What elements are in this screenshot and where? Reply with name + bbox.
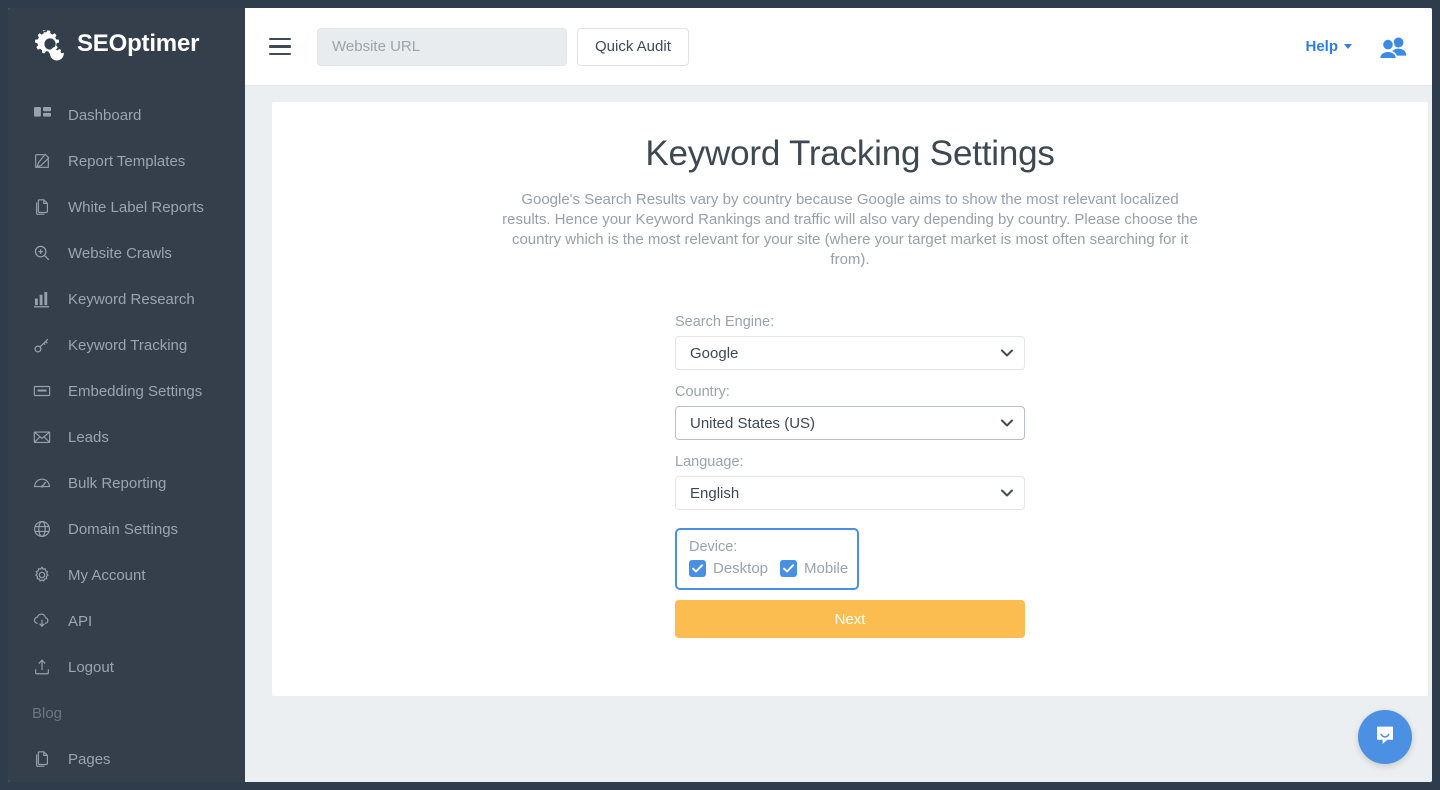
- sidebar-item-my-account[interactable]: My Account: [8, 552, 245, 598]
- top-bar: Quick Audit Help: [245, 8, 1432, 86]
- language-select[interactable]: English: [675, 476, 1025, 510]
- page-description: Google's Search Results vary by country …: [500, 190, 1200, 270]
- sidebar-section-blog: Blog: [8, 690, 245, 736]
- help-label: Help: [1305, 38, 1338, 55]
- field-language: Language: English: [675, 454, 1025, 510]
- device-label: Device:: [689, 539, 845, 555]
- sidebar-item-label: Dashboard: [68, 107, 141, 124]
- search-engine-select[interactable]: Google: [675, 336, 1025, 370]
- gauge-icon: [32, 473, 52, 493]
- gears-logo-icon: [32, 26, 68, 62]
- embed-box-icon: [32, 381, 52, 401]
- sidebar-item-label: Website Crawls: [68, 245, 172, 262]
- sidebar-item-website-crawls[interactable]: Website Crawls: [8, 230, 245, 276]
- sidebar-item-pages[interactable]: Pages: [8, 736, 245, 782]
- sidebar-item-label: Report Templates: [68, 153, 185, 170]
- caret-down-icon: [1344, 44, 1352, 49]
- bar-chart-icon: [32, 289, 52, 309]
- sidebar-nav: Dashboard Report Templates White Label R…: [8, 80, 245, 782]
- sidebar-item-report-templates[interactable]: Report Templates: [8, 138, 245, 184]
- search-engine-label: Search Engine:: [675, 314, 1025, 330]
- country-select[interactable]: United States (US): [675, 406, 1025, 440]
- envelope-icon: [32, 427, 52, 447]
- sidebar-item-embedding-settings[interactable]: Embedding Settings: [8, 368, 245, 414]
- sidebar-item-label: Logout: [68, 659, 114, 676]
- cloud-download-icon: [32, 611, 52, 631]
- field-country: Country: United States (US): [675, 384, 1025, 440]
- field-search-engine: Search Engine: Google: [675, 314, 1025, 370]
- logout-upload-icon: [32, 657, 52, 677]
- device-checkbox-desktop[interactable]: Desktop: [689, 560, 768, 577]
- device-checkbox-mobile[interactable]: Mobile: [780, 560, 848, 577]
- sidebar-item-label: Leads: [68, 429, 109, 446]
- settings-card: Keyword Tracking Settings Google's Searc…: [272, 102, 1428, 696]
- search-input[interactable]: [317, 28, 567, 66]
- sidebar-item-label: API: [68, 613, 92, 630]
- sidebar-item-label: Keyword Research: [68, 291, 195, 308]
- sidebar-item-label: White Label Reports: [68, 199, 204, 216]
- help-menu[interactable]: Help: [1305, 38, 1352, 55]
- sidebar-item-label: My Account: [68, 567, 146, 584]
- checkmark-icon: [689, 560, 706, 577]
- device-option-label: Mobile: [804, 560, 848, 577]
- app-window: SEOptimer Dashboard Report Templates Whi…: [8, 8, 1432, 782]
- sidebar-item-label: Bulk Reporting: [68, 475, 166, 492]
- copy-documents-icon: [32, 749, 52, 769]
- device-option-label: Desktop: [713, 560, 768, 577]
- checkmark-icon: [780, 560, 797, 577]
- keyword-tracking-form: Search Engine: Google Country: United St…: [675, 314, 1025, 638]
- sidebar-item-label: Domain Settings: [68, 521, 178, 538]
- main-content: Keyword Tracking Settings Google's Searc…: [245, 86, 1432, 782]
- edit-document-icon: [32, 151, 52, 171]
- sidebar: SEOptimer Dashboard Report Templates Whi…: [8, 8, 245, 782]
- chat-launcher-button[interactable]: [1358, 710, 1412, 764]
- hamburger-icon[interactable]: [263, 30, 297, 64]
- sidebar-item-leads[interactable]: Leads: [8, 414, 245, 460]
- chat-bubble-icon: [1373, 723, 1397, 752]
- users-icon[interactable]: [1378, 35, 1408, 59]
- device-group: Device: Desktop Mobile: [675, 528, 859, 590]
- sidebar-item-bulk-reporting[interactable]: Bulk Reporting: [8, 460, 245, 506]
- sidebar-item-keyword-tracking[interactable]: Keyword Tracking: [8, 322, 245, 368]
- globe-icon: [32, 519, 52, 539]
- sidebar-item-domain-settings[interactable]: Domain Settings: [8, 506, 245, 552]
- brand-name: SEOptimer: [77, 30, 199, 58]
- country-label: Country:: [675, 384, 1025, 400]
- sidebar-item-api[interactable]: API: [8, 598, 245, 644]
- key-icon: [32, 335, 52, 355]
- quick-audit-button[interactable]: Quick Audit: [577, 28, 689, 66]
- sidebar-item-label: Keyword Tracking: [68, 337, 187, 354]
- page-title: Keyword Tracking Settings: [272, 102, 1428, 174]
- search-plus-icon: [32, 243, 52, 263]
- copy-documents-icon: [32, 197, 52, 217]
- dashboard-grid-icon: [32, 105, 52, 125]
- sidebar-item-dashboard[interactable]: Dashboard: [8, 92, 245, 138]
- next-button[interactable]: Next: [675, 600, 1025, 638]
- sidebar-item-label: Embedding Settings: [68, 383, 202, 400]
- language-label: Language:: [675, 454, 1025, 470]
- brand-logo-area[interactable]: SEOptimer: [8, 8, 245, 80]
- gear-icon: [32, 565, 52, 585]
- sidebar-item-logout[interactable]: Logout: [8, 644, 245, 690]
- sidebar-item-label: Pages: [68, 751, 111, 768]
- sidebar-item-white-label-reports[interactable]: White Label Reports: [8, 184, 245, 230]
- top-bar-right: Help: [1305, 35, 1408, 59]
- sidebar-item-keyword-research[interactable]: Keyword Research: [8, 276, 245, 322]
